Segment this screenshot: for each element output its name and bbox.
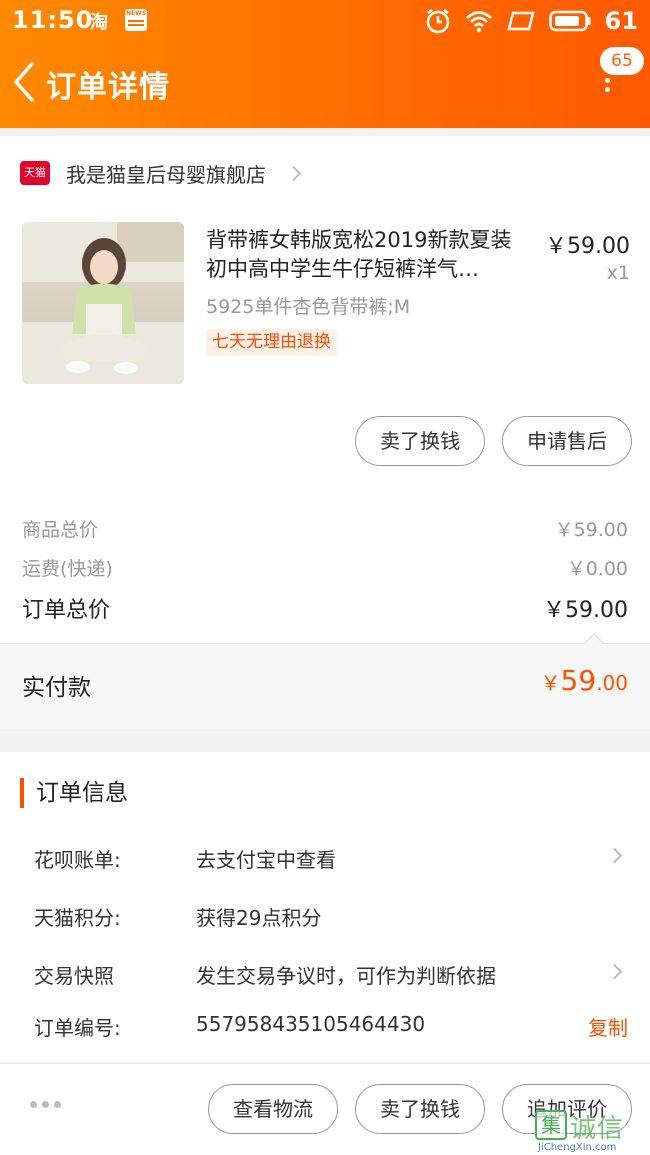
chevron-right-icon <box>285 165 302 181</box>
goods-total-value: ￥59.00 <box>554 519 628 541</box>
copy-button[interactable]: 复制 <box>588 1012 628 1041</box>
wifi-icon <box>465 11 492 33</box>
watermark-logo: 集 <box>535 1110 567 1140</box>
paid-decimal: .00 <box>596 671 628 695</box>
alarm-icon <box>426 9 449 34</box>
paid-amount-label: 实付款 <box>22 675 91 701</box>
paid-integer: 59 <box>560 664 597 697</box>
paid-amount-value: ￥59.00 <box>541 664 628 697</box>
page-title: 订单详情 <box>46 70 170 105</box>
shipping-value: ￥0.00 <box>566 558 628 580</box>
message-count-badge[interactable]: 65 <box>600 47 644 75</box>
more-actions-icon[interactable] <box>30 1101 61 1108</box>
shop-row[interactable]: 天猫 我是猫皇后母婴旗舰店 <box>20 158 302 188</box>
trade-snapshot-value[interactable]: 发生交易争议时，可作为判断依据 <box>196 960 496 989</box>
sell-for-cash-button[interactable]: 卖了换钱 <box>355 416 485 466</box>
tmall-logo-icon: 天猫 <box>20 161 50 185</box>
product-quantity: x1 <box>606 262 630 284</box>
signal-icon <box>506 11 535 31</box>
status-icons: 61 <box>425 6 638 36</box>
news-notification-icon: NEWS <box>125 9 147 31</box>
battery-icon <box>548 10 591 32</box>
order-total-label: 订单总价 <box>22 598 111 623</box>
status-time: 11:50 <box>12 6 94 34</box>
trade-snapshot-label: 交易快照 <box>34 964 114 988</box>
shipping-label: 运费(快递) <box>22 558 113 580</box>
payment-notch-fill <box>584 635 604 645</box>
product-price: ￥59.00 <box>545 234 630 259</box>
order-number-label: 订单编号: <box>34 1016 121 1040</box>
shop-name: 我是猫皇后母婴旗舰店 <box>66 162 266 187</box>
battery-level: 61 <box>604 7 638 35</box>
tmall-points-value: 获得29点积分 <box>196 906 322 930</box>
news-icon-text: NEWS <box>125 10 147 17</box>
huabei-bill-label: 花呗账单: <box>34 848 121 872</box>
view-logistics-button[interactable]: 查看物流 <box>208 1084 338 1134</box>
product-photo <box>22 222 184 384</box>
order-number-value: 557958435105464430 <box>196 1012 426 1036</box>
return-policy-tag: 七天无理由退换 <box>206 329 337 355</box>
watermark-text: 诚信 <box>570 1114 625 1144</box>
goods-total-label: 商品总价 <box>22 519 99 541</box>
order-total-value: ￥59.00 <box>543 598 628 623</box>
back-button[interactable] <box>8 58 44 106</box>
watermark-url: JiChengXin.com <box>538 1142 617 1153</box>
huabei-bill-value[interactable]: 去支付宝中查看 <box>196 844 336 873</box>
sell-for-cash-bottom-button[interactable]: 卖了换钱 <box>355 1084 485 1134</box>
paid-currency: ￥ <box>540 671 561 695</box>
after-sale-button[interactable]: 申请售后 <box>502 416 632 466</box>
product-sku: 5925单件杏色背带裤;M <box>206 296 411 318</box>
status-bar: 11:50 淘 NEWS 61 <box>0 0 650 42</box>
chevron-left-icon <box>14 62 34 102</box>
order-info-heading: 订单信息 <box>20 778 128 808</box>
tmall-points-label: 天猫积分: <box>34 906 121 930</box>
taobao-notification-icon: 淘 <box>90 12 108 33</box>
more-menu-button[interactable] <box>600 78 614 102</box>
product-thumbnail[interactable] <box>22 222 184 384</box>
product-title[interactable]: 背带裤女韩版宽松2019新款夏装初中高中学生牛仔短裤洋气… <box>206 226 531 284</box>
